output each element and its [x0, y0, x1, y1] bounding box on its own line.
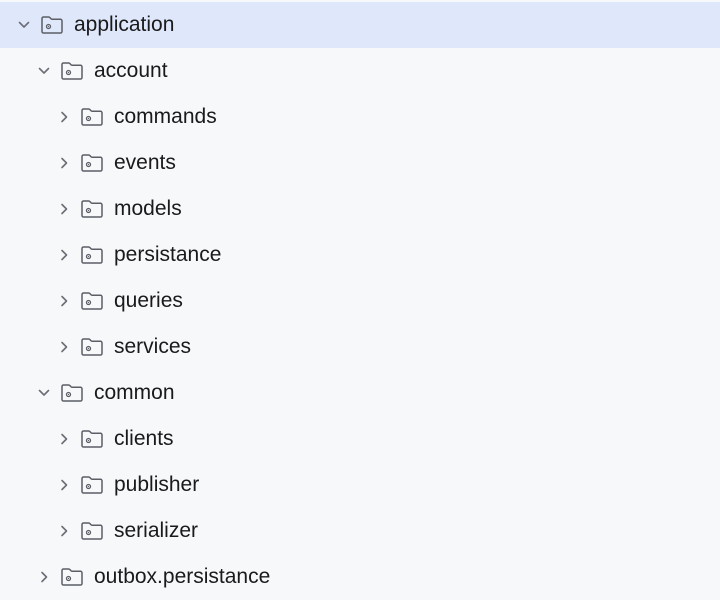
tree-item-persistance[interactable]: persistance	[0, 232, 720, 278]
tree-item-commands[interactable]: commands	[0, 94, 720, 140]
package-folder-icon	[80, 429, 106, 449]
tree-item-label: serializer	[114, 519, 198, 543]
chevron-right-icon	[54, 293, 74, 309]
tree-item-serializer[interactable]: serializer	[0, 508, 720, 554]
chevron-right-icon	[54, 523, 74, 539]
package-folder-icon	[60, 567, 86, 587]
package-folder-icon	[80, 153, 106, 173]
tree-item-models[interactable]: models	[0, 186, 720, 232]
tree-item-common[interactable]: common	[0, 370, 720, 416]
chevron-right-icon	[34, 569, 54, 585]
project-tree: application account commands events mode…	[0, 0, 720, 600]
package-folder-icon	[80, 291, 106, 311]
package-folder-icon	[80, 245, 106, 265]
tree-item-clients[interactable]: clients	[0, 416, 720, 462]
chevron-down-icon	[14, 17, 34, 33]
tree-item-label: persistance	[114, 243, 221, 267]
tree-item-publisher[interactable]: publisher	[0, 462, 720, 508]
chevron-right-icon	[54, 201, 74, 217]
chevron-right-icon	[54, 477, 74, 493]
tree-item-events[interactable]: events	[0, 140, 720, 186]
tree-item-label: queries	[114, 289, 183, 313]
tree-item-application[interactable]: application	[0, 2, 720, 48]
tree-item-outbox-persistance[interactable]: outbox.persistance	[0, 554, 720, 600]
tree-item-label: commands	[114, 105, 217, 129]
tree-item-label: clients	[114, 427, 174, 451]
chevron-right-icon	[54, 155, 74, 171]
chevron-right-icon	[54, 247, 74, 263]
chevron-right-icon	[54, 339, 74, 355]
package-folder-icon	[80, 475, 106, 495]
tree-item-label: models	[114, 197, 182, 221]
tree-item-account[interactable]: account	[0, 48, 720, 94]
package-folder-icon	[80, 199, 106, 219]
package-folder-icon	[80, 337, 106, 357]
tree-item-queries[interactable]: queries	[0, 278, 720, 324]
tree-item-label: services	[114, 335, 191, 359]
package-folder-icon	[40, 15, 66, 35]
chevron-right-icon	[54, 109, 74, 125]
tree-item-label: common	[94, 381, 175, 405]
package-folder-icon	[60, 383, 86, 403]
tree-item-services[interactable]: services	[0, 324, 720, 370]
tree-item-label: outbox.persistance	[94, 565, 270, 589]
chevron-down-icon	[34, 385, 54, 401]
package-folder-icon	[80, 521, 106, 541]
tree-item-label: account	[94, 59, 168, 83]
chevron-right-icon	[54, 431, 74, 447]
tree-item-label: application	[74, 13, 174, 37]
tree-item-label: events	[114, 151, 176, 175]
package-folder-icon	[60, 61, 86, 81]
package-folder-icon	[80, 107, 106, 127]
tree-item-label: publisher	[114, 473, 199, 497]
chevron-down-icon	[34, 63, 54, 79]
